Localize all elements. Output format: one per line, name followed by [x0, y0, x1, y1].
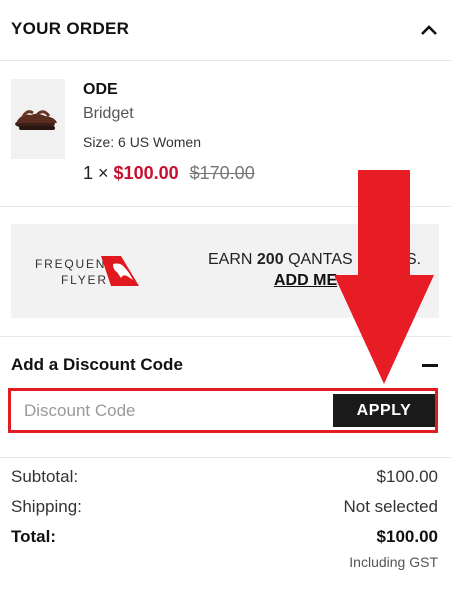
- product-thumbnail[interactable]: [11, 79, 65, 159]
- price-line: 1 × $100.00 $170.00: [83, 163, 255, 184]
- order-line-item: ODE Bridget Size: 6 US Women 1 × $100.00…: [0, 61, 451, 207]
- order-title: YOUR ORDER: [11, 19, 130, 38]
- earn-suffix: QANTAS POINTS.: [288, 251, 422, 268]
- apply-button[interactable]: APPLY: [333, 394, 435, 427]
- product-brand: ODE: [83, 81, 118, 98]
- total-label: Total:: [11, 527, 57, 546]
- product-size: Size: 6 US Women: [83, 134, 202, 150]
- earn-prefix: EARN: [208, 251, 253, 268]
- earn-points: 200: [256, 251, 284, 268]
- sale-price: $100.00: [113, 163, 179, 183]
- original-price: $170.00: [189, 163, 255, 183]
- discount-section: Add a Discount Code APPLY: [0, 336, 451, 458]
- subtotal-row: Subtotal: $100.00: [11, 467, 438, 497]
- shipping-value: Not selected: [343, 497, 439, 516]
- add-me-link[interactable]: ADD ME: [274, 272, 337, 290]
- order-totals: Subtotal: $100.00 Shipping: Not selected…: [11, 467, 438, 570]
- order-summary-header[interactable]: YOUR ORDER: [0, 0, 451, 61]
- frequent-flyer-banner: FREQUENT FLYER EARN 200 QANTAS POINTS. A…: [11, 224, 439, 318]
- minus-icon[interactable]: [422, 364, 438, 367]
- sandal-image: [15, 110, 57, 130]
- earn-points-text: EARN 200 QANTAS POINTS.: [208, 251, 421, 269]
- product-name[interactable]: Bridget: [83, 105, 134, 123]
- discount-code-input[interactable]: [14, 394, 332, 427]
- shipping-row: Shipping: Not selected: [11, 497, 438, 527]
- shipping-label: Shipping:: [11, 497, 82, 516]
- gst-note: Including GST: [349, 554, 438, 570]
- subtotal-label: Subtotal:: [11, 467, 79, 486]
- discount-title[interactable]: Add a Discount Code: [11, 355, 183, 375]
- subtotal-value: $100.00: [376, 467, 438, 486]
- total-row: Total: $100.00: [11, 527, 438, 557]
- qantas-kangaroo-icon: [101, 256, 139, 286]
- chevron-up-icon[interactable]: [419, 20, 439, 40]
- discount-highlight-box: APPLY: [8, 388, 438, 433]
- quantity: 1 ×: [83, 163, 109, 183]
- total-value: $100.00: [376, 527, 438, 546]
